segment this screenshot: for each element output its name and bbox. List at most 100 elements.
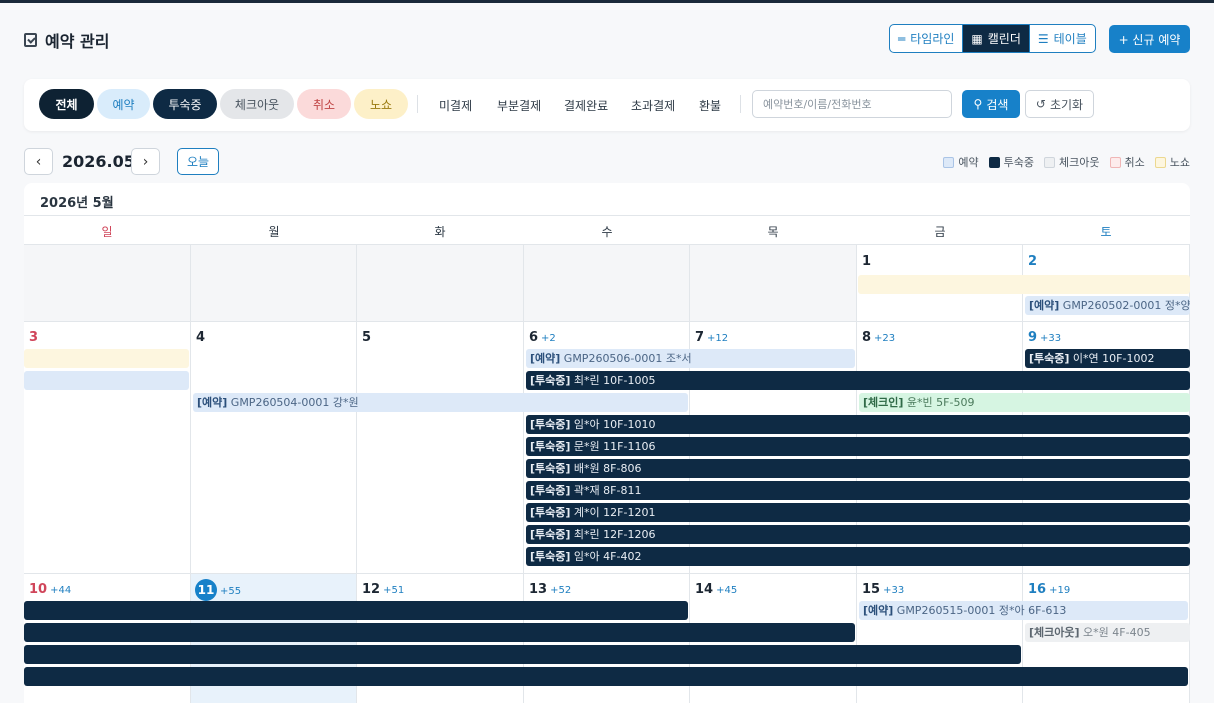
event-tag: [투숙중] [530,418,571,431]
weekday-sat: 토 [1100,225,1112,239]
event-text: 최*린 12F-1206 [570,528,656,541]
filter-bar: 전체 예약 투숙중 체크아웃 취소 노쇼 미결제 부분결제 결제완료 초과결제 … [24,79,1190,131]
legend-label: 투숙중 [1003,156,1035,169]
filter-checkout[interactable]: 체크아웃 [220,89,294,119]
filter-partial-paid[interactable]: 부분결제 [497,97,541,114]
more-count[interactable]: +33 [883,585,904,596]
more-count[interactable]: +2 [541,333,556,344]
legend-item: 예약 [943,154,979,170]
day-number: 3 [29,330,38,345]
more-count[interactable]: +33 [1040,333,1061,344]
day-number: 1 [862,254,872,269]
filter-reserved[interactable]: 예약 [97,89,150,119]
event-bar[interactable]: [예약] GMP260502-0001 정*양 [1025,296,1190,315]
weekday-header: 일 월 화 수 목 금 토 [24,215,1190,245]
event-bar-noshow[interactable] [858,275,1190,294]
event-bar[interactable]: [예약] GMP260504-0001 강*원 [193,393,688,412]
legend-item: 체크아웃 [1044,154,1100,170]
event-tag: [예약] [863,604,894,617]
event-bar[interactable] [24,371,189,390]
event-text: 임*아 4F-402 [570,550,642,563]
day-number-text: 10 [29,582,48,597]
legend-label: 취소 [1124,156,1145,169]
event-bar[interactable]: [체크인] 윤*빈 5F-509 [859,393,1190,412]
day-cell[interactable] [357,322,524,574]
filter-noshow[interactable]: 노쇼 [354,89,408,119]
more-count[interactable]: +45 [716,585,737,596]
more-count[interactable]: +52 [550,585,571,596]
event-text: GMP260506-0001 조*서 [560,352,692,365]
more-count[interactable]: +51 [383,585,404,596]
more-count[interactable]: +12 [707,333,728,344]
day-number: 7 +12 [695,330,728,345]
event-text: GMP260515-0001 정*아 6F-613 [893,604,1067,617]
filter-staying[interactable]: 투숙중 [153,89,217,119]
event-bar[interactable]: [투숙중] 곽*재 8F-811 [526,481,1190,500]
filter-cancelled[interactable]: 취소 [297,89,351,119]
day-number: 4 [196,330,205,345]
page-title: 예약 관리 [45,32,110,51]
event-text: 윤*빈 5F-509 [903,396,975,409]
filter-refund[interactable]: 환불 [699,97,721,114]
event-bar[interactable]: [투숙중] 최*린 12F-1206 [526,525,1190,544]
reset-button[interactable]: ↺ 초기화 [1025,90,1094,118]
event-bar[interactable]: [예약] GMP260515-0001 정*아 6F-613 [859,601,1188,620]
legend-item: 투숙중 [988,154,1035,170]
new-reservation-button[interactable]: + 신규 예약 [1109,25,1190,53]
day-number-text: 16 [1028,582,1047,597]
event-bar[interactable]: [체크아웃] 오*원 4F-405 [1025,623,1190,642]
today-button[interactable]: 오늘 [177,148,219,175]
event-bar[interactable]: [투숙중] 계*이 12F-1201 [526,503,1190,522]
prev-month-button[interactable]: ‹ [24,148,53,175]
search-button[interactable]: ⚲ 검색 [962,90,1020,118]
event-text: 임*아 10F-1010 [570,418,656,431]
day-number: 5 [362,330,371,345]
day-number: 6 +2 [529,330,556,345]
tab-calendar-label: 캘린더 [987,32,1021,46]
more-count[interactable]: +55 [220,586,241,597]
filter-paid[interactable]: 결제완료 [564,97,608,114]
tab-calendar[interactable]: ▦ 캘린더 [962,25,1029,52]
legend-swatch [1109,156,1121,168]
event-bar[interactable] [24,645,1021,664]
legend-swatch [943,156,955,168]
legend-label: 예약 [958,156,979,169]
event-bar[interactable] [24,601,688,620]
event-bar[interactable]: [예약] GMP260506-0001 조*서 [526,349,855,368]
tab-table[interactable]: ☰ 테이블 [1028,25,1095,52]
more-count[interactable]: +19 [1049,585,1070,596]
current-month: 2026.05 [62,152,135,171]
day-number-text: 4 [196,330,206,345]
event-bar[interactable] [24,667,1188,686]
legend-label: 노쇼 [1169,156,1190,169]
legend: 예약 투숙중 체크아웃 취소 노쇼 [943,154,1190,170]
event-tag: [투숙중] [1029,352,1070,365]
event-bar[interactable]: [투숙중] 임*아 10F-1010 [526,415,1190,434]
event-bar[interactable]: [투숙중] 임*아 4F-402 [526,547,1190,566]
next-month-button[interactable]: › [131,148,160,175]
legend-swatch [988,156,1000,168]
more-count[interactable]: +23 [874,333,895,344]
search-input[interactable]: 예약번호/이름/전화번호 [752,90,952,118]
day-number: 2 [1028,254,1038,269]
event-bar[interactable]: [투숙중] 배*원 8F-806 [526,459,1190,478]
day-number: 9 +33 [1028,330,1061,345]
event-bar[interactable]: [투숙중] 문*원 11F-1106 [526,437,1190,456]
filter-all[interactable]: 전체 [39,89,94,119]
weekday-sun: 일 [101,225,113,239]
day-cell[interactable] [191,322,357,574]
event-bar[interactable]: [투숙중] 최*린 10F-1005 [526,371,1190,390]
event-tag: [예약] [530,352,561,365]
weekday-mon: 월 [268,225,280,239]
event-bar-noshow[interactable] [24,349,189,368]
tab-timeline[interactable]: ═ 타임라인 [890,25,962,52]
filter-unpaid[interactable]: 미결제 [439,97,472,114]
event-tag: [투숙중] [530,528,571,541]
event-bar[interactable] [24,623,855,642]
more-count[interactable]: +44 [50,585,71,596]
filter-overpaid[interactable]: 초과결제 [631,97,675,114]
day-number: 16 +19 [1028,582,1070,597]
event-bar[interactable]: [투숙중] 이*연 10F-1002 [1025,349,1190,368]
legend-item: 취소 [1109,154,1145,170]
event-text: 배*원 8F-806 [570,462,642,475]
